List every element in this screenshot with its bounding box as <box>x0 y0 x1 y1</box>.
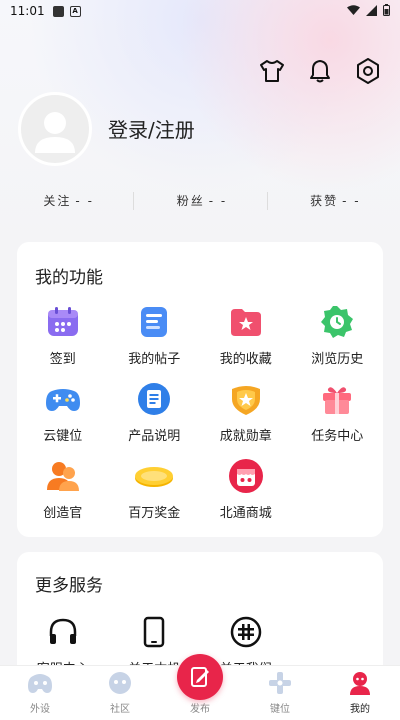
calendar-icon <box>43 302 83 342</box>
phone-icon <box>134 612 174 652</box>
settings-icon[interactable] <box>354 57 382 85</box>
headset-icon <box>43 612 83 652</box>
tab-keymap[interactable]: 键位 <box>240 666 320 720</box>
favorite-folder-icon <box>226 302 266 342</box>
function-task-center[interactable]: 任务中心 <box>292 379 384 456</box>
tshirt-icon[interactable] <box>258 57 286 85</box>
tab-label: 外设 <box>30 704 50 715</box>
stat-likes[interactable]: 获赞 - - <box>266 192 400 210</box>
publish-icon <box>177 654 223 700</box>
tab-label: 社区 <box>110 704 130 715</box>
function-label: 创造官 <box>43 506 83 521</box>
function-label: 北通商城 <box>219 506 272 521</box>
tab-profile[interactable]: 我的 <box>320 666 400 720</box>
stat-following[interactable]: 关注 - - <box>0 192 133 209</box>
bell-icon[interactable] <box>306 57 334 85</box>
function-label: 百万奖金 <box>128 506 181 521</box>
function-label: 产品说明 <box>128 429 181 444</box>
divider <box>133 192 135 210</box>
my-functions-card: 我的功能 签到 我的帖子 我的收藏 浏览历史 云键位 产品说明 成就勋章 任务中… <box>17 242 383 537</box>
tab-label: 键位 <box>270 704 290 715</box>
header-actions <box>258 57 382 85</box>
peripheral-icon <box>26 669 54 697</box>
creator-icon <box>43 456 83 496</box>
tab-peripheral[interactable]: 外设 <box>0 666 80 720</box>
battery-icon <box>383 4 390 16</box>
stats-row: 关注 - - 粉丝 - - 获赞 - - <box>0 192 400 210</box>
keymap-icon <box>266 669 294 697</box>
stat-label: 粉丝 <box>176 194 205 208</box>
function-label: 云键位 <box>43 429 83 444</box>
function-label: 浏览历史 <box>311 352 364 367</box>
function-creator[interactable]: 创造官 <box>17 456 109 533</box>
function-shop[interactable]: 北通商城 <box>200 456 292 533</box>
divider <box>266 192 268 210</box>
stat-label: 关注 <box>43 194 72 208</box>
function-cloud-keymap[interactable]: 云键位 <box>17 379 109 456</box>
function-million-bonus[interactable]: 百万奖金 <box>109 456 201 533</box>
history-icon <box>317 302 357 342</box>
avatar[interactable] <box>18 92 92 166</box>
wifi-icon <box>347 4 360 15</box>
stat-followers[interactable]: 粉丝 - - <box>133 192 266 210</box>
document-icon <box>134 379 174 419</box>
tab-publish[interactable]: 发布 <box>160 654 240 720</box>
stat-label: 获赞 <box>310 194 339 208</box>
section-title: 我的功能 <box>35 268 103 288</box>
status-bar: 11:01 A <box>0 0 400 22</box>
function-achievements[interactable]: 成就勋章 <box>200 379 292 456</box>
function-label: 成就勋章 <box>219 429 272 444</box>
about-icon <box>226 612 266 652</box>
shop-icon <box>226 456 266 496</box>
login-register-link[interactable]: 登录/注册 <box>108 114 195 143</box>
stat-value: - - <box>342 194 361 208</box>
function-product-info[interactable]: 产品说明 <box>109 379 201 456</box>
function-grid: 签到 我的帖子 我的收藏 浏览历史 云键位 产品说明 成就勋章 任务中心 创造官… <box>17 302 383 533</box>
post-icon <box>134 302 174 342</box>
app-notification-icon: A <box>69 5 81 17</box>
gamepad-icon <box>43 379 83 419</box>
community-icon <box>106 669 134 697</box>
stat-value: - - <box>208 194 228 208</box>
function-label: 我的帖子 <box>128 352 181 367</box>
function-label: 任务中心 <box>311 429 364 444</box>
tab-community[interactable]: 社区 <box>80 666 160 720</box>
function-label: 签到 <box>49 352 76 367</box>
gift-icon <box>317 379 357 419</box>
stat-value: - - <box>75 194 94 208</box>
function-label: 我的收藏 <box>219 352 272 367</box>
default-avatar-icon <box>35 112 75 153</box>
function-checkin[interactable]: 签到 <box>17 302 109 379</box>
signal-icon <box>366 4 377 16</box>
coin-icon <box>134 456 174 496</box>
profile-icon <box>346 669 374 697</box>
tab-label: 我的 <box>350 704 370 715</box>
function-my-posts[interactable]: 我的帖子 <box>109 302 201 379</box>
tab-label: 发布 <box>190 704 210 715</box>
status-time: 11:01 <box>10 4 45 18</box>
function-my-favorites[interactable]: 我的收藏 <box>200 302 292 379</box>
bottom-tab-bar: 外设 社区 发布 键位 我的 <box>0 654 400 720</box>
section-title: 更多服务 <box>35 576 103 596</box>
medal-icon <box>226 379 266 419</box>
function-history[interactable]: 浏览历史 <box>292 302 384 379</box>
notification-icon <box>52 5 64 17</box>
